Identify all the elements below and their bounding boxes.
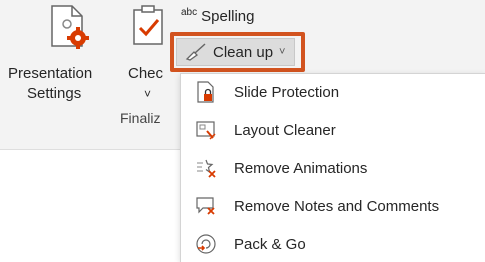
presentation-settings-label-2: Settings <box>27 85 82 102</box>
slide-protection-icon <box>197 81 214 103</box>
pack-and-go-icon <box>196 234 216 254</box>
checklist-icon <box>133 5 163 45</box>
check-button[interactable]: Chec ˅ <box>118 0 176 105</box>
spelling-icon: abc <box>181 7 198 18</box>
menu-item-label: Layout Cleaner <box>234 121 336 139</box>
presentation-settings-button[interactable]: Presentation Settings <box>0 0 118 105</box>
layout-cleaner-icon <box>196 121 216 140</box>
spelling-label: Spelling <box>201 8 255 25</box>
remove-animations-icon <box>197 159 216 178</box>
check-label: Chec <box>128 65 164 82</box>
menu-item-layout-cleaner[interactable]: Layout Cleaner <box>181 112 485 148</box>
menu-item-remove-animations[interactable]: Remove Animations <box>181 150 485 186</box>
menu-item-label: Remove Notes and Comments <box>234 197 440 215</box>
group-label-finalize: Finaliz <box>120 110 161 126</box>
presentation-settings-label-1: Presentation <box>8 65 93 82</box>
chevron-down-icon: ˅ <box>144 87 152 101</box>
menu-item-remove-notes-comments[interactable]: Remove Notes and Comments <box>181 188 485 224</box>
menu-item-label: Pack & Go <box>234 235 306 253</box>
presentation-settings-icon <box>51 5 89 49</box>
highlight-box <box>170 32 305 72</box>
menu-item-slide-protection[interactable]: Slide Protection <box>181 74 485 110</box>
remove-notes-icon <box>196 197 215 215</box>
menu-item-label: Remove Animations <box>234 159 368 177</box>
menu-item-label: Slide Protection <box>234 83 340 101</box>
menu-item-pack-and-go[interactable]: Pack & Go <box>181 226 485 262</box>
spelling-button[interactable]: abc Spelling <box>181 7 255 25</box>
ribbon-divider <box>0 149 190 150</box>
clean-up-menu: Slide Protection Layout Cleaner Remove A… <box>180 73 485 262</box>
